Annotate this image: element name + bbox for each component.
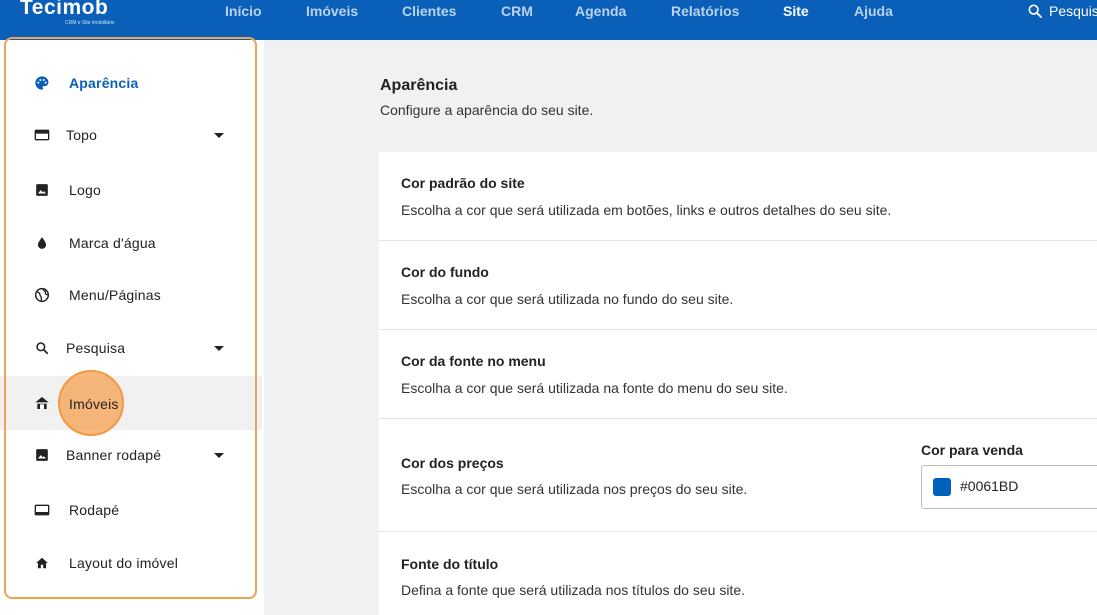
price-color-input[interactable]: #0061BD <box>921 465 1097 509</box>
header-icon <box>34 127 50 143</box>
sidebar-item-imoveis-label: Imóveis <box>69 396 119 412</box>
setting-description: Escolha a cor que será utilizada nos pre… <box>401 481 748 497</box>
chevron-down-icon <box>214 345 224 351</box>
setting-row-cor-fonte-menu[interactable]: Cor da fonte no menu Escolha a cor que s… <box>379 330 1097 419</box>
sidebar-item-label: Logo <box>69 182 101 198</box>
sidebar-item-pesquisa[interactable]: Pesquisa <box>0 322 262 374</box>
house-icon <box>34 395 50 411</box>
sidebar-item-label: Pesquisa <box>66 340 126 356</box>
sidebar-item-menu-paginas[interactable]: Menu/Páginas <box>0 269 262 321</box>
setting-description: Escolha a cor que será utilizada na font… <box>401 380 788 396</box>
nav-clientes[interactable]: Clientes <box>402 0 456 22</box>
nav-imoveis[interactable]: Imóveis <box>306 0 358 22</box>
nav-agenda[interactable]: Agenda <box>575 0 626 22</box>
sidebar-item-layout-imovel[interactable]: Layout do imóvel <box>0 537 262 589</box>
logo-tagline: CRM e Site imobiliário <box>65 20 115 26</box>
setting-description: Escolha a cor que será utilizada em botõ… <box>401 202 892 218</box>
nav-crm[interactable]: CRM <box>501 0 533 22</box>
sidebar-item-logo[interactable]: Logo <box>0 164 262 216</box>
search-icon <box>34 340 50 356</box>
color-swatch[interactable] <box>933 478 951 496</box>
sidebar-item-label: Aparência <box>69 75 139 91</box>
water-drop-icon <box>34 235 50 251</box>
appearance-settings-card: Cor padrão do site Escolha a cor que ser… <box>379 152 1097 615</box>
sidebar-item-rodape[interactable]: Rodapé <box>0 484 262 536</box>
palette-icon <box>34 75 50 91</box>
page-title: Aparência <box>380 77 458 94</box>
footer-icon <box>34 502 50 518</box>
sidebar-item-label: Banner rodapé <box>66 447 162 463</box>
top-navbar: Tecimob CRM e Site imobiliário Início Im… <box>0 0 1097 40</box>
sidebar-item-imoveis[interactable] <box>0 376 262 430</box>
image-icon <box>34 447 50 463</box>
globe-icon <box>34 287 50 303</box>
nav-site[interactable]: Site <box>783 0 809 22</box>
setting-title: Fonte do título <box>401 556 499 572</box>
sidebar-item-topo[interactable]: Topo <box>0 109 262 161</box>
sidebar-item-aparencia[interactable]: Aparência <box>0 57 262 109</box>
sidebar-item-marca-dagua[interactable]: Marca d'água <box>0 217 262 269</box>
sidebar-item-label: Layout do imóvel <box>69 555 179 571</box>
setting-row-fonte-titulo[interactable]: Fonte do título Defina a fonte que será … <box>379 532 1097 615</box>
price-color-label: Cor para venda <box>921 442 1023 458</box>
color-hex-value: #0061BD <box>960 478 1019 494</box>
image-icon <box>34 182 50 198</box>
search-label: Pesquisar <box>1049 3 1097 19</box>
nav-relatorios[interactable]: Relatórios <box>671 0 739 22</box>
search-icon <box>1028 4 1042 18</box>
sidebar-item-label: Topo <box>66 127 98 143</box>
header-search[interactable]: Pesquisar <box>1027 0 1097 22</box>
setting-title: Cor da fonte no menu <box>401 353 546 369</box>
brand-logo[interactable]: Tecimob CRM e Site imobiliário <box>20 0 114 26</box>
sidebar-item-banner-rodape[interactable]: Banner rodapé <box>0 429 262 481</box>
sidebar-item-label: Menu/Páginas <box>69 287 161 303</box>
nav-ajuda[interactable]: Ajuda <box>854 0 893 22</box>
chevron-down-icon <box>214 452 224 458</box>
setting-description: Defina a fonte que será utilizada nos tí… <box>401 582 745 598</box>
nav-inicio[interactable]: Início <box>225 0 262 22</box>
settings-sidebar: Aparência Topo Logo Marca d'água Menu/Pá… <box>0 40 264 615</box>
setting-title: Cor dos preços <box>401 455 504 471</box>
setting-title: Cor padrão do site <box>401 175 525 191</box>
chevron-down-icon <box>214 132 224 138</box>
setting-description: Escolha a cor que será utilizada no fund… <box>401 291 734 307</box>
logo-text: Tecimob <box>20 0 109 19</box>
setting-title: Cor do fundo <box>401 264 489 280</box>
setting-row-cor-fundo[interactable]: Cor do fundo Escolha a cor que será util… <box>379 241 1097 330</box>
home-icon <box>34 555 50 571</box>
sidebar-item-label: Rodapé <box>69 502 120 518</box>
sidebar-item-label: Marca d'água <box>69 235 156 251</box>
setting-row-cor-padrao[interactable]: Cor padrão do site Escolha a cor que ser… <box>379 152 1097 241</box>
page-subtitle: Configure a aparência do seu site. <box>380 102 594 118</box>
